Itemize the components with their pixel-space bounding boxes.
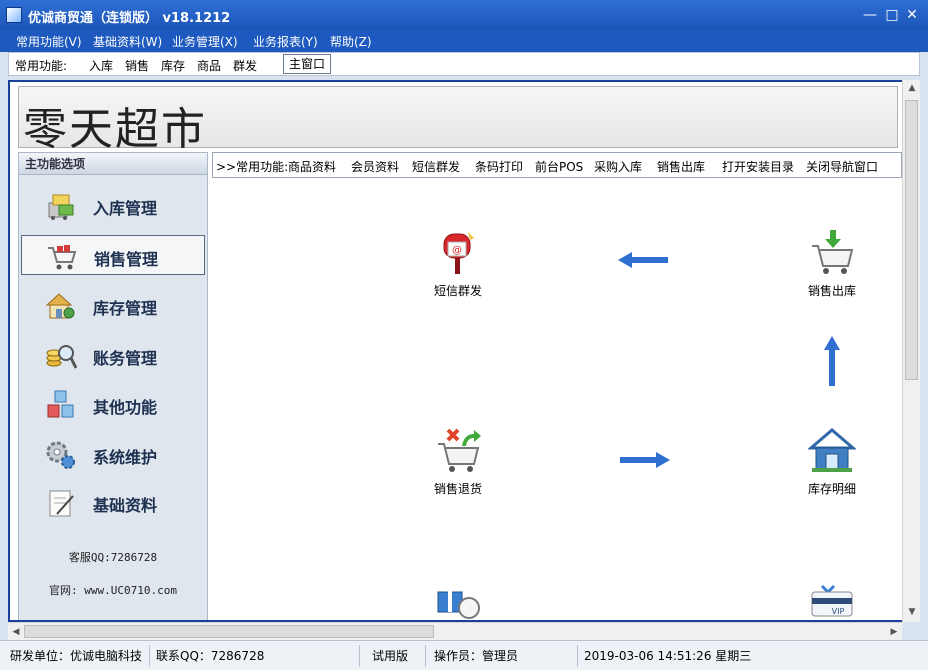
gears-icon (46, 441, 75, 469)
menu-business-management[interactable]: 业务管理(X) (172, 33, 238, 50)
nav-label: 账务管理 (93, 349, 158, 368)
status-operator: 操作员：管理员 (428, 645, 578, 667)
menu-help[interactable]: 帮助(Z) (330, 33, 372, 50)
nav-item-sales[interactable]: 销售管理 (21, 235, 205, 275)
quickbar-label: >>常用功能: (216, 160, 289, 174)
toolbar-inbound[interactable]: 入库 (89, 57, 113, 74)
arrow-right-icon (620, 452, 670, 468)
scroll-left-icon[interactable]: ◀ (8, 623, 24, 641)
quick-sales-outbound[interactable]: 销售出库 (657, 158, 705, 175)
nav-item-inventory[interactable]: 库存管理 (21, 285, 205, 325)
nav-label: 库存管理 (93, 299, 158, 318)
quick-open-install-dir[interactable]: 打开安装目录 (722, 158, 794, 175)
flow-sms-broadcast[interactable]: @ 短信群发 (413, 228, 503, 308)
website-link[interactable]: 官网: www.UC0710.com (19, 582, 207, 598)
nav-item-inbound[interactable]: 入库管理 (21, 185, 205, 225)
main-window-button[interactable]: 主窗口 (283, 54, 332, 74)
flow-sales-outbound[interactable]: 销售出库 (787, 228, 877, 308)
notepad-icon (49, 490, 74, 517)
svg-text:@: @ (452, 245, 462, 256)
quick-close-nav-window[interactable]: 关闭导航窗口 (806, 158, 878, 175)
quick-purchase-inbound[interactable]: 采购入库 (594, 158, 642, 175)
arrow-left-icon (618, 252, 668, 268)
minimize-button[interactable]: — (860, 5, 880, 25)
mailbox-icon: @ (443, 232, 474, 274)
flow-inventory-details[interactable]: 库存明细 (787, 426, 877, 506)
quick-front-pos[interactable]: 前台POS (535, 158, 583, 175)
status-license: 试用版 (366, 645, 426, 667)
nav-item-system-maintenance[interactable]: 系统维护 (21, 434, 205, 474)
nav-item-accounts[interactable]: 账务管理 (21, 335, 205, 375)
status-contact-qq: 联系QQ：7286728 (150, 645, 360, 667)
toolbar: 常用功能: 入库 销售 库存 商品 群发 主窗口 (8, 52, 920, 76)
status-developer: 研发单位：优诚电脑科技 (4, 645, 150, 667)
store-name: 零天超市 (23, 104, 207, 155)
flow-label: 短信群发 (433, 284, 482, 298)
scroll-down-icon[interactable]: ▼ (903, 604, 921, 620)
app-icon (6, 7, 22, 23)
store-banner: 零天超市 (18, 86, 898, 155)
maximize-button[interactable]: □ (882, 5, 902, 25)
menu-bar: 常用功能(V) 基础资料(W) 业务管理(X) 业务报表(Y) 帮助(Z) (0, 30, 928, 52)
navigation-area: >>常用功能: 商品资料 会员资料 短信群发 条码打印 前台POS 采购入库 销… (212, 152, 902, 620)
status-datetime: 2019-03-06 14:51:26 星期三 (584, 649, 752, 663)
toolbar-sales[interactable]: 销售 (125, 57, 149, 74)
inbound-icon (48, 194, 74, 220)
cart-return-icon (438, 428, 481, 472)
vertical-scrollbar[interactable]: ▲ ▼ (902, 80, 920, 622)
nav-label: 入库管理 (93, 199, 158, 218)
nav-item-basic-data[interactable]: 基础资料 (21, 482, 205, 522)
scroll-up-icon[interactable]: ▲ (903, 80, 921, 96)
quick-member-data[interactable]: 会员资料 (351, 158, 399, 175)
quick-sms-broadcast[interactable]: 短信群发 (412, 158, 460, 175)
horizontal-scrollbar[interactable]: ◀ ▶ (8, 622, 902, 640)
flow-label: 销售退货 (433, 482, 482, 496)
vip-card-icon: VIP (811, 584, 853, 617)
main-function-panel: 主功能选项 入库管理 销售管理 库存管理 账务管理 其他功能 系统维护 基础资料… (18, 152, 208, 620)
close-button[interactable]: ✕ (902, 5, 922, 25)
nav-label: 系统维护 (93, 448, 158, 467)
nav-label: 基础资料 (93, 496, 158, 515)
quick-function-bar: >>常用功能: 商品资料 会员资料 短信群发 条码打印 前台POS 采购入库 销… (212, 152, 902, 178)
window-title: 优诚商贸通（连锁版） v18.1212 (28, 11, 231, 26)
status-bar: 研发单位：优诚电脑科技 联系QQ：7286728 试用版 操作员：管理员 201… (0, 640, 928, 670)
menu-business-reports[interactable]: 业务报表(Y) (253, 33, 318, 50)
menu-common-functions[interactable]: 常用功能(V) (16, 33, 82, 50)
flow-label: 销售出库 (807, 284, 856, 298)
arrow-up-icon (824, 336, 840, 386)
title-bar: 优诚商贸通（连锁版） v18.1212 — □ ✕ (0, 0, 928, 30)
toolbar-inventory[interactable]: 库存 (161, 57, 185, 74)
nav-item-other-functions[interactable]: 其他功能 (21, 384, 205, 424)
support-qq: 客服QQ:7286728 (68, 551, 158, 564)
toolbar-mass-message[interactable]: 群发 (233, 57, 257, 74)
gift-clock-icon (437, 584, 480, 619)
nav-label: 其他功能 (93, 398, 158, 417)
horizontal-scroll-thumb[interactable] (24, 625, 434, 638)
cart-download-icon (812, 230, 854, 274)
panel-header: 主功能选项 (19, 153, 207, 175)
vip-text: VIP (832, 607, 845, 616)
warehouse-icon (45, 293, 75, 319)
shopping-cart-icon (48, 245, 77, 270)
quick-product-data[interactable]: 商品资料 (288, 158, 336, 175)
toolbar-label: 常用功能: (15, 59, 68, 73)
coins-magnifier-icon (46, 345, 77, 369)
house-icon (808, 428, 856, 472)
vertical-scroll-thumb[interactable] (905, 100, 918, 380)
quick-barcode-print[interactable]: 条码打印 (475, 158, 523, 175)
flow-label: 库存明细 (807, 482, 856, 496)
nav-label: 销售管理 (94, 250, 159, 269)
flow-vip-item[interactable]: VIP (787, 578, 877, 620)
flow-sales-return[interactable]: 销售退货 (413, 426, 503, 506)
abc-blocks-icon (47, 390, 74, 418)
scroll-right-icon[interactable]: ▶ (886, 623, 902, 641)
toolbar-products[interactable]: 商品 (197, 57, 221, 74)
main-frame: 零天超市 主功能选项 入库管理 销售管理 库存管理 账务管理 其他功能 系统维护… (8, 80, 904, 622)
menu-basic-data[interactable]: 基础资料(W) (93, 33, 162, 50)
flow-gift-item[interactable] (413, 578, 503, 620)
